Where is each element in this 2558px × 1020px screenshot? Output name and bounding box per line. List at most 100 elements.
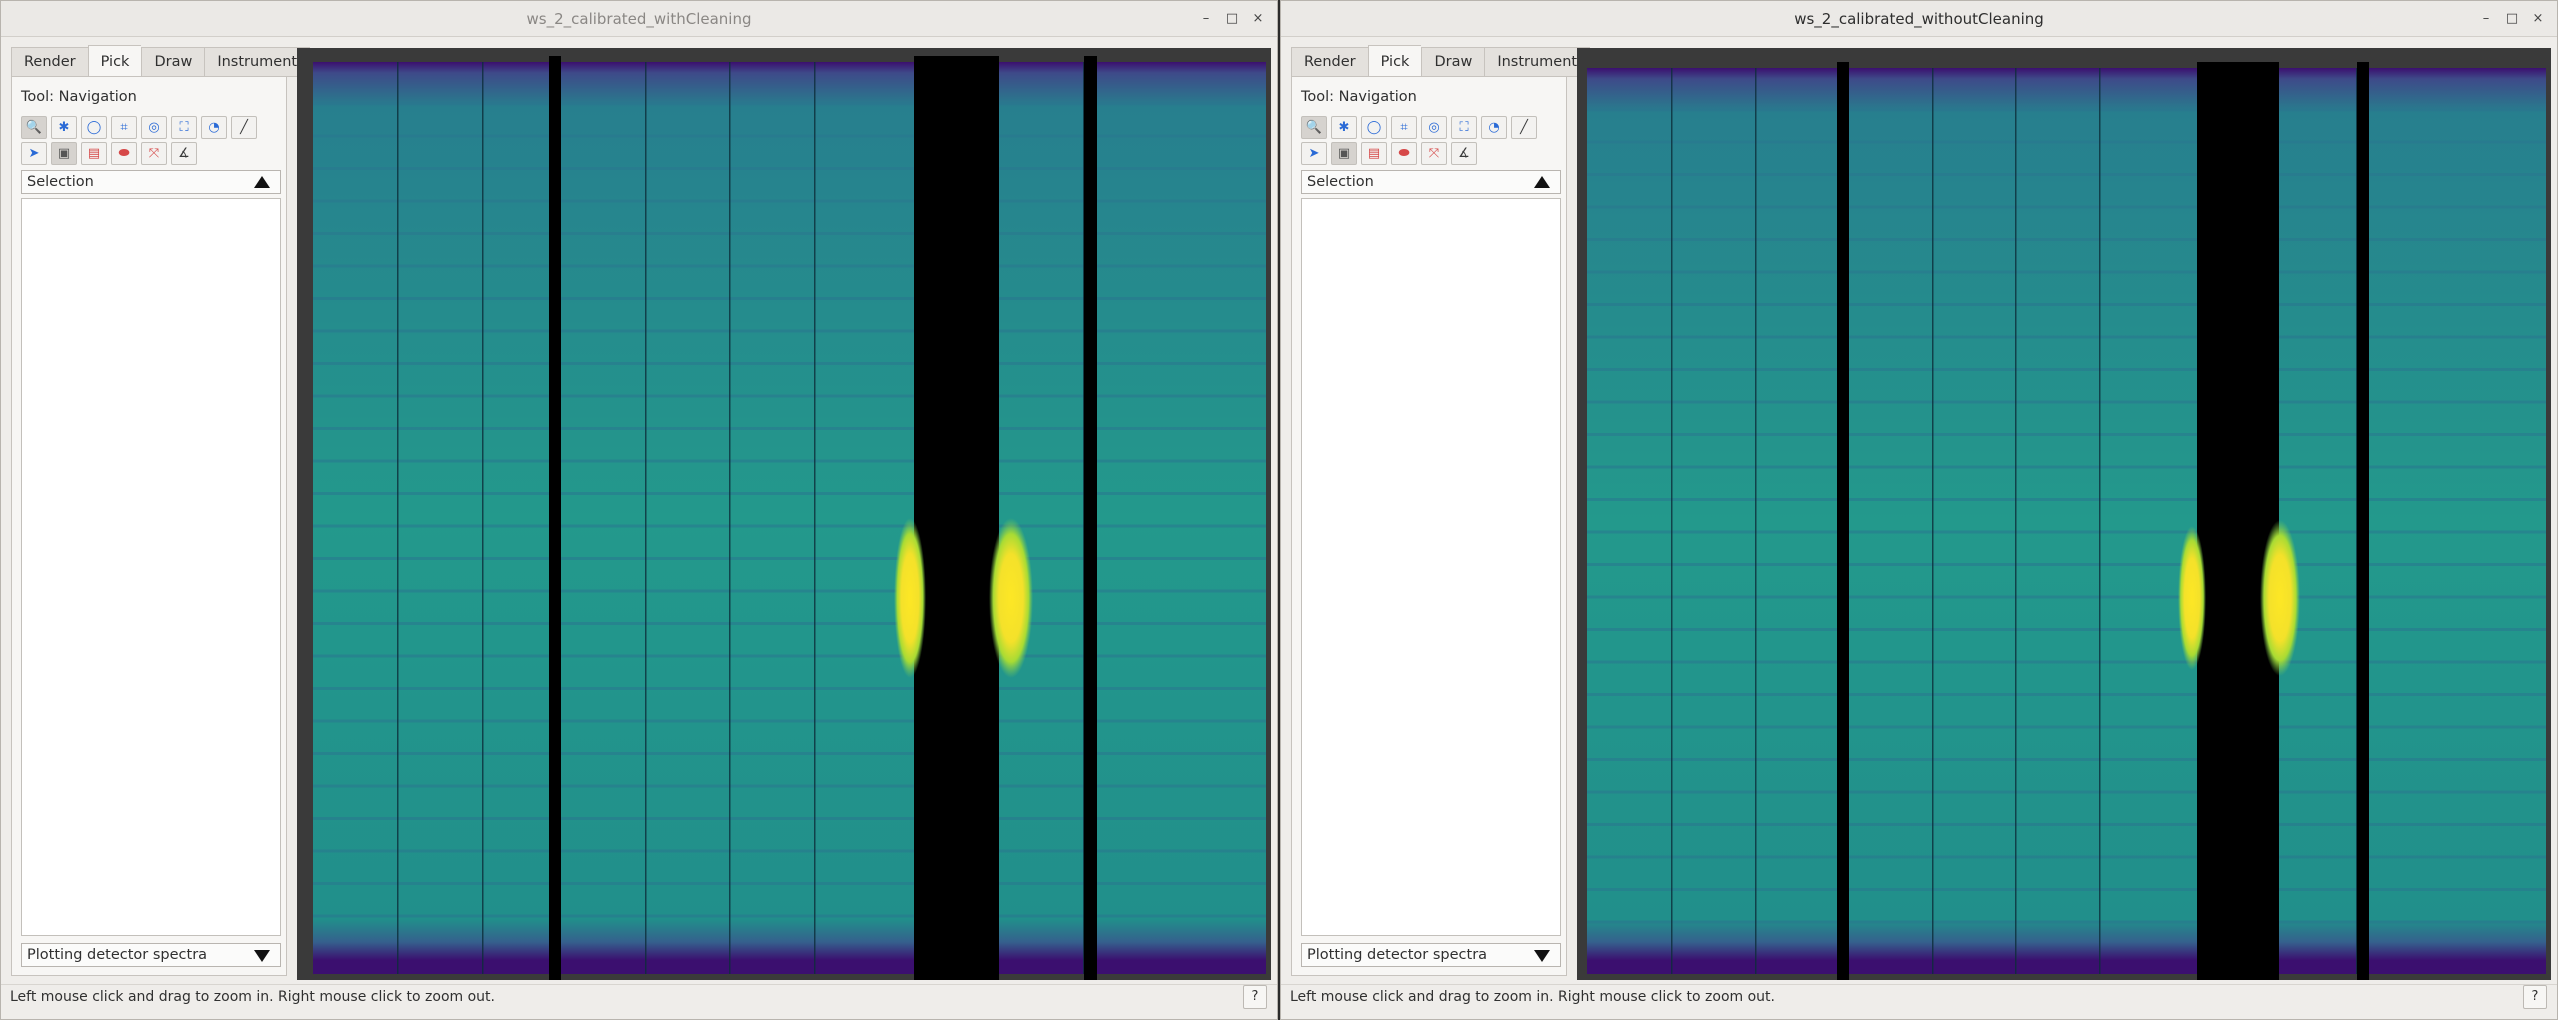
tube-band (1587, 563, 1837, 566)
tube-band (313, 719, 549, 723)
close-button[interactable]: × (2527, 8, 2549, 30)
rect-select-icon[interactable]: ⌗ (1391, 116, 1417, 139)
masked-region (1837, 62, 1849, 980)
tube-band (1849, 238, 2197, 241)
sector-select-icon[interactable]: ◔ (1481, 116, 1507, 139)
expand-down-icon[interactable] (254, 950, 270, 962)
edit-shape-icon[interactable]: ⤧ (141, 142, 167, 165)
tube-band (1849, 693, 2197, 696)
angle-icon[interactable]: ∡ (1451, 142, 1477, 165)
beam-spot (894, 518, 926, 678)
selection-list[interactable] (21, 198, 281, 936)
collapse-up-icon[interactable] (1534, 176, 1550, 188)
tube-band (2369, 758, 2546, 761)
titlebar[interactable]: ws_2_calibrated_withoutCleaning – □ × (1281, 1, 2557, 37)
selection-list[interactable] (1301, 198, 1561, 936)
selection-header[interactable]: Selection (21, 170, 281, 194)
tube-band (1849, 465, 2197, 469)
erase-icon[interactable]: ⬬ (111, 142, 137, 165)
tube-band (2369, 595, 2546, 599)
tab-render[interactable]: Render (1291, 47, 1368, 77)
panel-separator (1671, 68, 1673, 974)
toolbar-row-2: ➤ ▣ ▤ ⬬ ⤧ ∡ (21, 142, 197, 165)
detector-image[interactable] (1577, 48, 2551, 980)
close-button[interactable]: × (1247, 8, 1269, 30)
tube-band (1097, 459, 1266, 463)
selection-header[interactable]: Selection (1301, 170, 1561, 194)
maximize-button[interactable]: □ (2501, 8, 2523, 30)
tab-instrument[interactable]: Instrument (1484, 47, 1591, 77)
tube-band (313, 752, 549, 755)
tube-band (561, 784, 914, 788)
tube-band (1097, 589, 1266, 593)
titlebar[interactable]: ws_2_calibrated_withCleaning – □ × (1, 1, 1277, 37)
edit-shape-icon[interactable]: ⤧ (1421, 142, 1447, 165)
minimize-button[interactable]: – (1195, 8, 1217, 30)
tube-band (1097, 524, 1266, 528)
pointer-icon[interactable]: ➤ (1301, 142, 1327, 165)
free-draw-icon[interactable]: ╱ (231, 116, 257, 139)
detector-select-icon[interactable]: ▣ (1331, 142, 1357, 165)
tab-draw[interactable]: Draw (141, 47, 205, 77)
plotting-header[interactable]: Plotting detector spectra (21, 943, 281, 967)
frame-select-icon[interactable]: ⛶ (171, 116, 197, 139)
angle-icon[interactable]: ∡ (171, 142, 197, 165)
tube-band (1849, 140, 2197, 144)
tube-band (2369, 433, 2546, 436)
collapse-up-icon[interactable] (254, 176, 270, 188)
tab-instrument[interactable]: Instrument (204, 47, 311, 77)
minimize-button[interactable]: – (2475, 8, 2497, 30)
ellipse-select-icon[interactable]: ◯ (81, 116, 107, 139)
tube-band (999, 459, 1084, 463)
selection-label: Selection (1307, 174, 1374, 190)
tube-band (2279, 368, 2357, 371)
rect-select-icon[interactable]: ⌗ (111, 116, 137, 139)
tube-band (1849, 855, 2197, 859)
tab-pick[interactable]: Pick (1367, 45, 1422, 77)
pick-detector-icon[interactable]: ✱ (1331, 116, 1357, 139)
masked-region (1084, 56, 1097, 980)
tube-band (561, 914, 914, 918)
plot-icon[interactable]: ▤ (81, 142, 107, 165)
maximize-button[interactable]: □ (1221, 8, 1243, 30)
expand-down-icon[interactable] (1534, 950, 1550, 962)
erase-icon[interactable]: ⬬ (1391, 142, 1417, 165)
frame-select-icon[interactable]: ⛶ (1451, 116, 1477, 139)
tab-pick[interactable]: Pick (87, 45, 142, 77)
plotting-header[interactable]: Plotting detector spectra (1301, 943, 1561, 967)
zoom-icon[interactable]: 🔍 (21, 116, 47, 139)
tube-band (1849, 920, 2197, 924)
tube-band (1849, 595, 2197, 599)
tube-band (999, 817, 1084, 820)
tube-band (1097, 557, 1266, 560)
plot-icon[interactable]: ▤ (1361, 142, 1387, 165)
tube-band (2279, 465, 2357, 469)
tab-render[interactable]: Render (11, 47, 88, 77)
instrument-view-canvas[interactable] (297, 48, 1271, 980)
free-draw-icon[interactable]: ╱ (1511, 116, 1537, 139)
tube-band (2369, 855, 2546, 859)
tube-band (2369, 400, 2546, 404)
ring-select-icon[interactable]: ◎ (141, 116, 167, 139)
detector-select-icon[interactable]: ▣ (51, 142, 77, 165)
pointer-icon[interactable]: ➤ (21, 142, 47, 165)
zoom-icon[interactable]: 🔍 (1301, 116, 1327, 139)
tube-band (1587, 335, 1837, 339)
panel-separator (2099, 68, 2101, 974)
panel-separator (1755, 68, 1757, 974)
ring-select-icon[interactable]: ◎ (1421, 116, 1447, 139)
tube-band (1097, 329, 1266, 333)
instrument-view-canvas[interactable] (1577, 48, 2551, 980)
help-button[interactable]: ? (2523, 985, 2547, 1009)
detector-image[interactable] (297, 48, 1271, 980)
help-button[interactable]: ? (1243, 985, 1267, 1009)
ellipse-select-icon[interactable]: ◯ (1361, 116, 1387, 139)
tube-band (2369, 173, 2546, 176)
tab-draw[interactable]: Draw (1421, 47, 1485, 77)
sector-select-icon[interactable]: ◔ (201, 116, 227, 139)
status-bar: Left mouse click and drag to zoom in. Ri… (1281, 984, 2557, 1019)
tube-band (1587, 205, 1837, 209)
pick-detector-icon[interactable]: ✱ (51, 116, 77, 139)
tube-band (2279, 498, 2357, 501)
tube-band (1097, 492, 1266, 495)
